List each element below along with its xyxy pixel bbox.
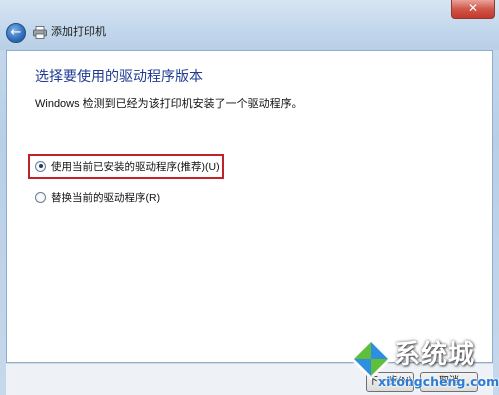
option-replace-driver[interactable]: 替换当前的驱动程序(R) — [35, 189, 160, 205]
close-icon: ✕ — [467, 1, 479, 15]
page-heading: 选择要使用的驱动程序版本 — [35, 68, 203, 84]
content-pane: 选择要使用的驱动程序版本 Windows 检测到已经为该打印机安装了一个驱动程序… — [6, 50, 493, 363]
back-button[interactable]: ← — [6, 23, 26, 43]
option-label: 替换当前的驱动程序(R) — [51, 191, 161, 204]
watermark-url: xitongcheng.com — [378, 374, 499, 389]
option-use-current-driver[interactable]: 使用当前已安装的驱动程序(推荐)(U) — [35, 158, 220, 174]
background-blur — [210, 6, 370, 20]
site-watermark: 系统城 xitongcheng.com — [338, 336, 499, 395]
printer-icon — [33, 26, 47, 39]
back-arrow-icon: ← — [10, 25, 22, 40]
window-title: 添加打印机 — [51, 26, 106, 38]
window-frame: ✕ ← 添加打印机 选择要使用的驱动程序版本 Windows 检测到已经为该打印… — [0, 0, 499, 395]
watermark-name: 系统城 — [394, 340, 476, 370]
option-label: 使用当前已安装的驱动程序(推荐)(U) — [51, 160, 220, 173]
radio-button-unchecked[interactable] — [35, 191, 46, 203]
page-description: Windows 检测到已经为该打印机安装了一个驱动程序。 — [35, 98, 303, 110]
radio-button-checked[interactable] — [35, 160, 46, 172]
close-button[interactable]: ✕ — [451, 0, 495, 19]
